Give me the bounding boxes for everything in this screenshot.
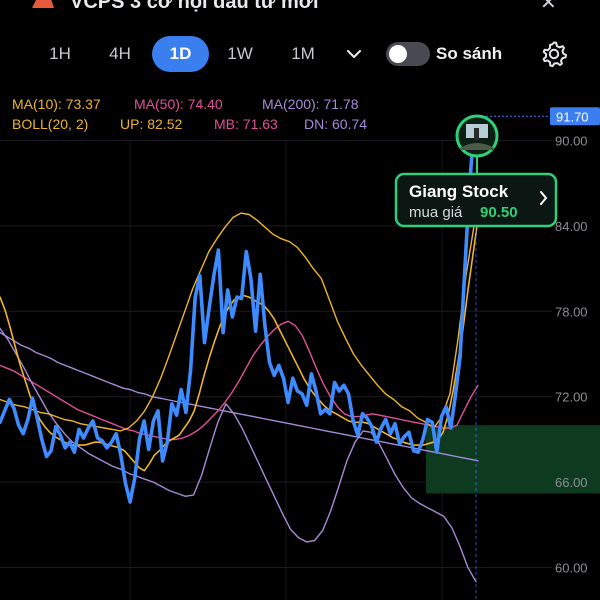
price-chart[interactable]: 90.00 84.00 78.00 72.00 66.00 60.00 91.70 Giang… [0,0,600,600]
y-tick-label: 90.00 [555,134,588,149]
series-line-boll-dn [0,327,477,583]
current-price-label: 91.70 [556,109,589,124]
marker-prefix: mua giá [409,204,463,221]
marker-price: 90.50 [480,204,518,221]
avatar-figure [474,128,479,140]
y-tick-label: 72.00 [555,390,588,405]
series-line-boll-up [0,212,475,432]
y-tick-label: 60.00 [555,561,588,576]
y-tick-label: 66.00 [555,475,588,490]
y-tick-label: 78.00 [555,304,588,319]
y-tick-label: 84.00 [555,219,588,234]
marker-name: Giang Stock [409,182,509,201]
